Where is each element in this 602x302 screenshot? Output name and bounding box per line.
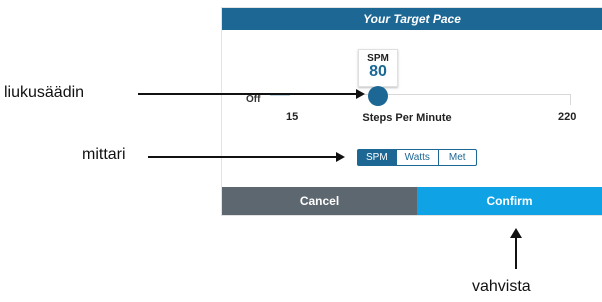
confirm-button[interactable]: Confirm [417,187,602,215]
dialog-title: Your Target Pace [222,8,602,30]
annotation-slider-line [138,93,356,95]
slider-thumb[interactable] [368,86,388,106]
slider-min-label: 15 [286,111,299,123]
metric-option-watts[interactable]: Watts [395,149,439,166]
metric-option-met[interactable]: Met [437,149,477,166]
annotation-meter-line [148,156,336,158]
cancel-button[interactable]: Cancel [222,187,417,215]
target-pace-dialog: Your Target Pace SPM 80 Off 15 Steps Per… [222,8,602,215]
annotation-slider-label: liukusäädin [4,84,85,101]
slider-caption: Steps Per Minute [362,112,452,124]
annotation-confirm-line [515,237,517,269]
slider-track[interactable] [270,94,571,105]
annotation-meter-label: mittari [82,146,126,163]
tooltip-value: 80 [369,63,387,80]
value-tooltip: SPM 80 [358,49,398,92]
annotation-meter-arrow-icon [336,152,345,162]
annotation-slider-arrow-icon [356,89,365,99]
annotation-confirm-label: vahvista [472,278,531,295]
slider-off-label: Off [246,94,261,105]
metric-toggle: SPM Watts Met [357,149,477,166]
metric-option-spm[interactable]: SPM [357,149,397,166]
slider-max-label: 220 [558,111,577,123]
